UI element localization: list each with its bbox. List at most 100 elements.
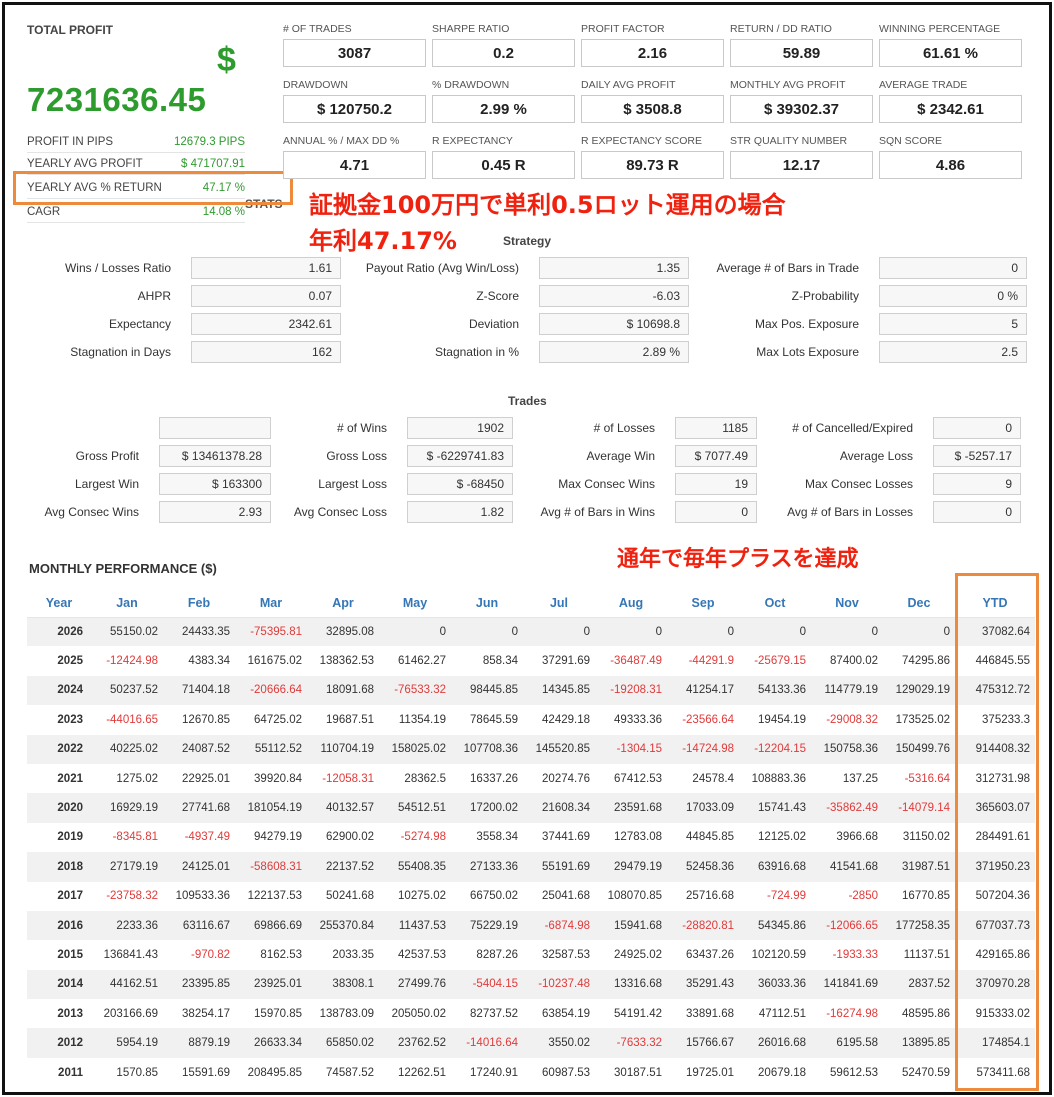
strategy-label: Average # of Bars in Trade xyxy=(716,261,859,275)
monthly-row: 2026 55150.02 24433.35 -75395.81 32895.08 0 0 0… xyxy=(27,617,1035,647)
monthly-value-cell: 11437.53 xyxy=(379,910,451,941)
monthly-value-cell: 16337.26 xyxy=(470,772,518,785)
monthly-value-cell: -36487.49 xyxy=(610,655,662,668)
stat-card: SHARPE RATIO 0.2 xyxy=(432,23,575,67)
stat-value: 89.73 R xyxy=(581,151,724,179)
trades-label: Avg # of Bars in Losses xyxy=(787,505,913,519)
annotation-margin-note: 証拠金100万円で単利0.5ロット運用の場合 xyxy=(309,191,786,219)
monthly-value-cell: 63916.68 xyxy=(739,852,811,882)
monthly-row: 2017 -23758.32 109533.36 122137.53 50241.68 1… xyxy=(27,882,1035,911)
monthly-row: 2019 -8345.81 -4937.49 94279.19 62900.02 -527… xyxy=(27,823,1035,852)
monthly-value-cell: 24087.52 xyxy=(163,734,235,764)
monthly-value-cell: 60987.53 xyxy=(542,1066,590,1079)
monthly-value-cell: -28820.81 xyxy=(667,910,739,941)
monthly-value-cell: 0 xyxy=(883,617,955,647)
monthly-value-cell: 18091.68 xyxy=(307,675,379,706)
monthly-row: 2014 44162.51 23395.85 23925.01 38308.1 27499… xyxy=(27,969,1035,1000)
monthly-value-cell: 208495.85 xyxy=(247,1066,302,1079)
monthly-value-cell: -14016.64 xyxy=(451,1028,523,1058)
stat-card: SQN SCORE 4.86 xyxy=(879,135,1022,179)
monthly-value-cell: 63116.67 xyxy=(163,910,235,941)
monthly-year-cell: 2026 xyxy=(27,617,91,647)
stat-value: 4.71 xyxy=(283,151,426,179)
monthly-value-cell: 32895.08 xyxy=(307,617,379,647)
monthly-value-cell: 12125.02 xyxy=(758,831,806,844)
monthly-value-cell: -19208.31 xyxy=(595,675,667,706)
monthly-value-cell: 150499.76 xyxy=(883,734,955,764)
monthly-year-cell: 2015 xyxy=(57,948,83,961)
monthly-value-cell: 40132.57 xyxy=(307,793,379,823)
monthly-value-cell: 62900.02 xyxy=(326,831,374,844)
trades-value: $ 7077.49 xyxy=(675,445,757,467)
strategy-label: Max Lots Exposure xyxy=(756,345,859,359)
monthly-value-cell: 71404.18 xyxy=(163,675,235,706)
monthly-value-cell: 138783.09 xyxy=(319,1007,374,1020)
stat-value: $ 39302.37 xyxy=(730,95,873,123)
stat-card: PROFIT FACTOR 2.16 xyxy=(581,23,724,67)
monthly-value-cell: -2850 xyxy=(848,890,878,903)
monthly-value-cell: 30187.51 xyxy=(614,1066,662,1079)
strategy-label: Z-Probability xyxy=(791,289,859,303)
yearly-avg-profit-value: $ 471707.91 xyxy=(181,157,245,170)
trades-label: Avg Consec Wins xyxy=(44,505,139,519)
trades-value: $ 163300 xyxy=(159,473,271,495)
monthly-value-cell: 13895.85 xyxy=(883,1028,955,1058)
monthly-value-cell: 28362.5 xyxy=(404,772,446,785)
monthly-value-cell: 37291.69 xyxy=(542,655,590,668)
monthly-value-cell: 31150.02 xyxy=(902,831,950,844)
trades-label: Average Win xyxy=(586,449,655,463)
monthly-value-cell: 75229.19 xyxy=(451,910,523,941)
monthly-value-cell: 137.25 xyxy=(842,772,878,785)
yearly-avg-profit-label: YEARLY AVG PROFIT xyxy=(27,157,143,170)
monthly-value-cell: 69866.69 xyxy=(235,910,307,941)
monthly-value-cell: 54345.86 xyxy=(739,910,811,941)
stat-value: 3087 xyxy=(283,39,426,67)
monthly-year-cell: 2016 xyxy=(27,910,91,941)
total-profit-value: 7231636.45 xyxy=(27,81,207,118)
trades-label: Gross Loss xyxy=(326,449,387,463)
monthly-value-cell: 27179.19 xyxy=(91,852,163,882)
monthly-value-cell: 150758.36 xyxy=(811,734,883,764)
monthly-value-cell: 54133.36 xyxy=(739,675,811,706)
trades-label: Max Consec Losses xyxy=(804,477,913,491)
monthly-value-cell: 0 xyxy=(379,617,451,647)
monthly-header-cell: Oct xyxy=(739,589,811,618)
monthly-value-cell: 33891.68 xyxy=(686,1007,734,1020)
trades-value: 1902 xyxy=(407,417,513,439)
monthly-value-cell: 37441.69 xyxy=(542,831,590,844)
annotation-annual-return: 年利47.17% xyxy=(309,227,457,255)
total-profit-title: TOTAL PROFIT xyxy=(27,23,113,37)
stat-label: RETURN / DD RATIO xyxy=(730,23,832,35)
stat-value: 0.45 R xyxy=(432,151,575,179)
monthly-value-cell: 66750.02 xyxy=(470,890,518,903)
monthly-value-cell: -23758.32 xyxy=(106,890,158,903)
stat-card: DAILY AVG PROFIT $ 3508.8 xyxy=(581,79,724,123)
monthly-value-cell: 17200.02 xyxy=(451,793,523,823)
strategy-value: 0 xyxy=(879,257,1027,279)
monthly-value-cell: 55408.35 xyxy=(379,852,451,882)
monthly-row: 2018 27179.19 24125.01 -58608.31 22137.52 554… xyxy=(27,852,1035,882)
stat-label: AVERAGE TRADE xyxy=(879,79,968,91)
trades-value xyxy=(159,417,271,439)
stat-value: 4.86 xyxy=(879,151,1022,179)
monthly-value-cell: 4383.34 xyxy=(188,655,230,668)
trades-value: $ -5257.17 xyxy=(933,445,1021,467)
monthly-value-cell: 12670.85 xyxy=(182,713,230,726)
stat-label: PROFIT FACTOR xyxy=(581,23,665,35)
monthly-value-cell: 158025.02 xyxy=(379,734,451,764)
stat-card: DRAWDOWN $ 120750.2 xyxy=(283,79,426,123)
monthly-value-cell: 0 xyxy=(739,617,811,647)
monthly-value-cell: 78645.59 xyxy=(470,713,518,726)
stat-card: STR QUALITY NUMBER 12.17 xyxy=(730,135,873,179)
monthly-year-cell: 2025 xyxy=(57,655,83,668)
stat-label: ANNUAL % / MAX DD % xyxy=(283,135,400,147)
strategy-value: 2.89 % xyxy=(539,341,689,363)
monthly-value-cell: 55191.69 xyxy=(523,852,595,882)
monthly-value-cell: -16274.98 xyxy=(826,1007,878,1020)
monthly-value-cell: 31987.51 xyxy=(883,852,955,882)
monthly-value-cell: 49333.36 xyxy=(614,713,662,726)
cagr-label: CAGR xyxy=(27,205,61,218)
monthly-row: 2025 -12424.98 4383.34 161675.02 138362.53 61… xyxy=(27,646,1035,675)
trades-label: # of Cancelled/Expired xyxy=(792,421,913,435)
trades-label: Avg # of Bars in Wins xyxy=(540,505,656,519)
